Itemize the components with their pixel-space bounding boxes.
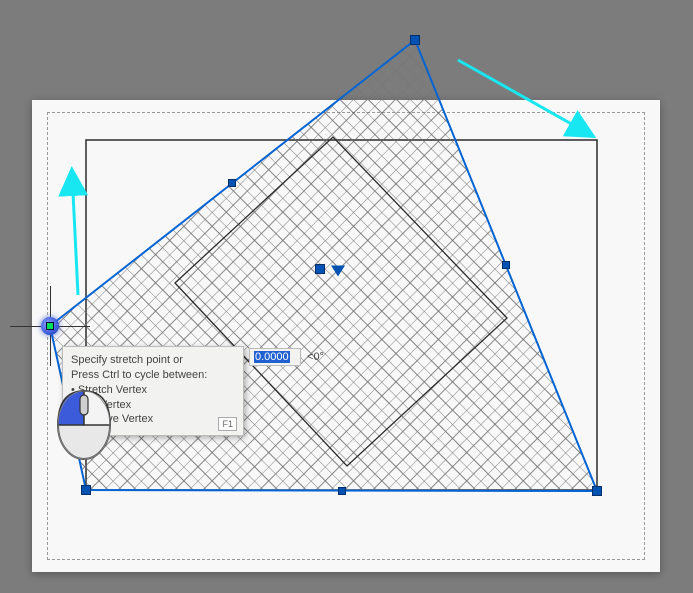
polygon-midpoint-grip[interactable] (338, 487, 346, 495)
hatch-arrow-grip[interactable] (331, 266, 345, 277)
help-key-badge: F1 (218, 417, 237, 431)
active-vertex-grip[interactable] (41, 317, 59, 335)
distance-value: 0.0000 (254, 351, 290, 363)
tooltip-option: • Remove Vertex (71, 412, 235, 427)
polygon-vertex-grip[interactable] (81, 485, 91, 495)
distance-input[interactable]: 0.0000 (249, 348, 301, 366)
polygon-vertex-grip[interactable] (410, 35, 420, 45)
polygon-midpoint-grip[interactable] (228, 179, 236, 187)
angle-value: 0° (313, 351, 324, 363)
hatch-center-grip[interactable] (315, 264, 325, 274)
tooltip-line: Press Ctrl to cycle between: (71, 368, 235, 383)
polygon-midpoint-grip[interactable] (502, 261, 510, 269)
tooltip-line: Specify stretch point or (71, 353, 235, 368)
tooltip-option: • Stretch Vertex (71, 383, 235, 398)
dynamic-input[interactable]: 0.0000 < 0° (249, 348, 324, 366)
polygon-vertex-grip[interactable] (592, 486, 602, 496)
tooltip-option: • Add Vertex (71, 398, 235, 413)
grip-tooltip: Specify stretch point or Press Ctrl to c… (62, 346, 244, 436)
margin-border (47, 112, 645, 560)
